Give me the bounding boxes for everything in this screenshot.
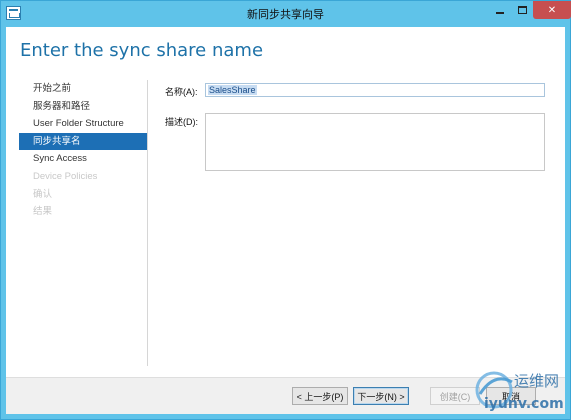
maximize-icon [517, 6, 527, 14]
svg-text:iyunv.com: iyunv.com [484, 396, 564, 412]
wizard-content: Enter the sync share name 开始之前 服务器和路径 Us… [6, 27, 565, 414]
nav-item-before-you-begin[interactable]: 开始之前 [19, 80, 147, 98]
title-bar[interactable]: 新同步共享向导 ✕ [1, 1, 571, 27]
svg-text:运维网: 运维网 [514, 372, 559, 390]
nav-divider [147, 80, 148, 366]
name-label: 名称(A): [165, 87, 198, 97]
nav-item-server-and-path[interactable]: 服务器和路径 [19, 98, 147, 116]
nav-item-sync-share-name[interactable]: 同步共享名 [19, 132, 147, 151]
next-button[interactable]: 下一步(N) > [353, 387, 409, 405]
name-input[interactable]: SalesShare [205, 83, 545, 97]
nav-item-confirmation: 确认 [33, 188, 53, 200]
close-button[interactable]: ✕ [533, 1, 571, 19]
page-title: Enter the sync share name [20, 40, 264, 61]
window-title: 新同步共享向导 [247, 9, 324, 21]
wizard-steps-nav: 开始之前 服务器和路径 User Folder Structure 同步共享名 … [19, 80, 147, 221]
nav-item-sync-access[interactable]: Sync Access [19, 150, 147, 168]
name-input-value: SalesShare [208, 85, 257, 95]
close-icon: ✕ [547, 4, 557, 16]
description-label: 描述(D): [165, 117, 198, 127]
previous-button[interactable]: < 上一步(P) [292, 387, 348, 405]
nav-item-device-policies: Device Policies [33, 170, 98, 182]
maximize-button[interactable] [511, 1, 533, 19]
minimize-button[interactable] [489, 1, 511, 19]
description-input[interactable] [205, 113, 545, 171]
watermark-logo: 运维网 iyunv.com [475, 371, 564, 412]
wizard-window: 新同步共享向导 ✕ Enter the sync share name 开始之前… [0, 0, 571, 420]
nav-item-user-folder-structure[interactable]: User Folder Structure [19, 115, 147, 133]
minimize-icon [496, 12, 504, 14]
nav-item-results: 结果 [33, 206, 53, 218]
